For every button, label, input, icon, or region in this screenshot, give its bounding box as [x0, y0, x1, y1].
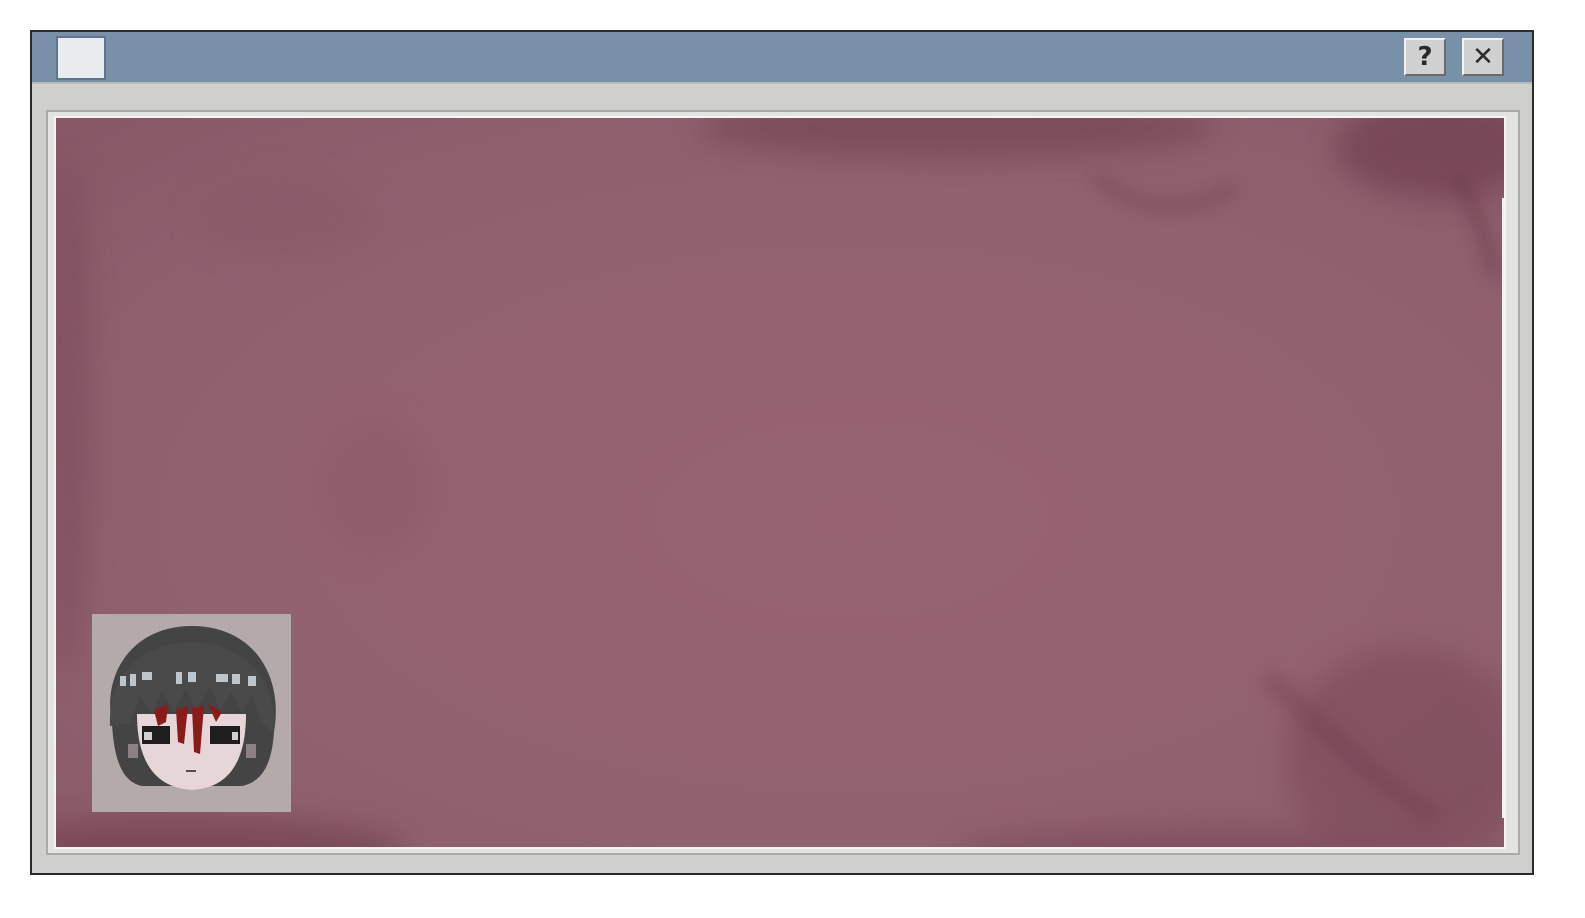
help-button[interactable]: ? [1404, 38, 1446, 76]
close-button[interactable]: ✕ [1462, 38, 1504, 76]
content-frame [46, 110, 1520, 855]
close-icon: ✕ [1472, 42, 1494, 72]
title-field [56, 36, 106, 80]
title-bar[interactable]: ? ✕ [32, 32, 1532, 84]
game-window: ? ✕ [30, 30, 1534, 875]
character-face-icon [109, 626, 276, 790]
character-face-portrait [92, 614, 291, 812]
game-scene [54, 116, 1506, 849]
question-mark-icon: ? [1417, 42, 1433, 72]
